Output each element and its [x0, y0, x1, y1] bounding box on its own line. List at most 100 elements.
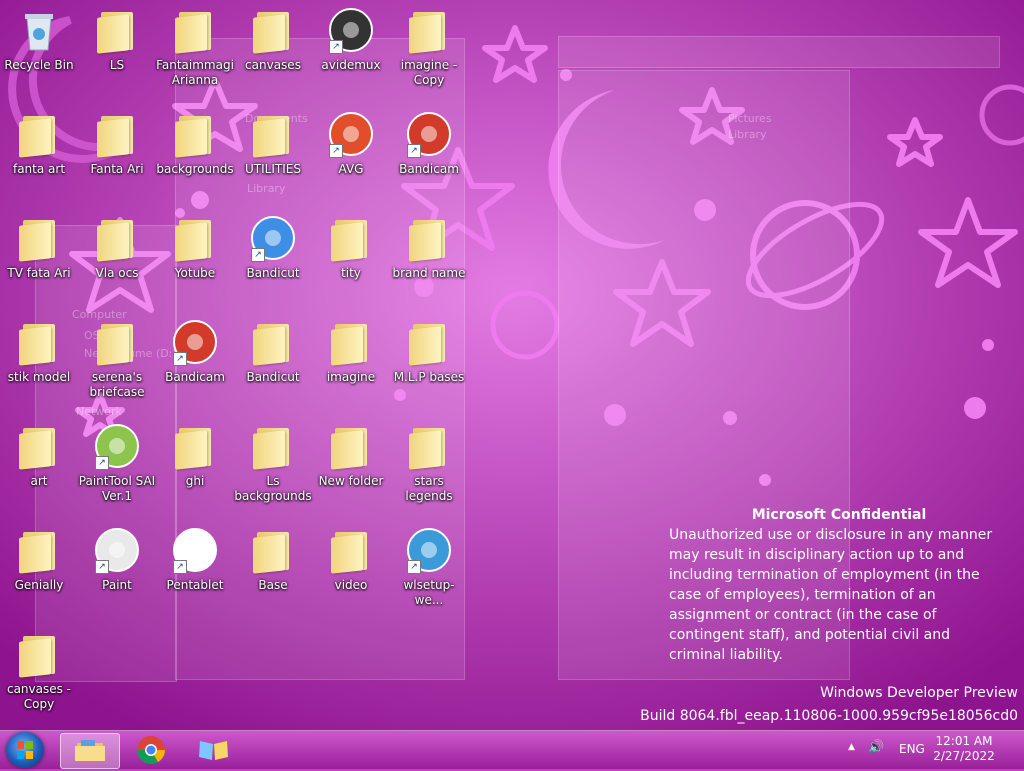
- desktop-icon-tv-fata-ari[interactable]: TV fata Ari: [0, 214, 78, 281]
- desktop-icon-art[interactable]: art: [0, 422, 78, 489]
- desktop-icon-label: wlsetup-we...: [403, 578, 455, 607]
- desktop-icon-label: brand name: [392, 266, 466, 280]
- volume-icon[interactable]: 🔊: [868, 740, 884, 755]
- desktop-icon-yotube[interactable]: Yotube: [156, 214, 234, 281]
- desktop-icon-m-l-p-bases[interactable]: M.L.P bases: [390, 318, 468, 385]
- confidential-title: Microsoft Confidential: [751, 507, 927, 523]
- desktop-icon-bandicam[interactable]: ↗ Bandicam: [390, 110, 468, 177]
- desktop-icon-label: M.L.P bases: [393, 370, 465, 384]
- ghost-pictures-library-label: Library: [728, 128, 767, 141]
- folder-icon: [15, 526, 63, 574]
- desktop-icon-painttool-sai-ver-1[interactable]: ↗ PaintTool SAI Ver.1: [78, 422, 156, 504]
- taskbar-chrome[interactable]: [124, 733, 178, 767]
- shortcut-arrow-icon: ↗: [173, 352, 187, 366]
- folder-icon: [327, 318, 375, 366]
- desktop-icon-label: Vla ocs: [95, 266, 139, 280]
- ghost-pictures-label: Pictures: [728, 112, 772, 125]
- desktop-icon-fanta-art[interactable]: fanta art: [0, 110, 78, 177]
- desktop-icon-label: Bandicut: [246, 266, 300, 280]
- desktop-icon-label: Recycle Bin: [4, 58, 74, 72]
- desktop-icon-label: New folder: [318, 474, 384, 488]
- taskbar-windows-live[interactable]: [186, 733, 240, 767]
- folder-icon: [15, 110, 63, 158]
- clock[interactable]: 12:01 AM 2/27/2022: [928, 734, 1000, 764]
- folder-icon: [171, 422, 219, 470]
- desktop-icon-imagine[interactable]: imagine: [312, 318, 390, 385]
- desktop-icon-bandicut[interactable]: ↗ Bandicut: [234, 214, 312, 281]
- desktop-icon-utilities[interactable]: UTILITIES: [234, 110, 312, 177]
- desktop-icon-stik-model[interactable]: stik model: [0, 318, 78, 385]
- confidential-notice: Microsoft Confidential Unauthorized use …: [669, 505, 1009, 665]
- desktop-icon-fanta-ari[interactable]: Fanta Ari: [78, 110, 156, 177]
- desktop-icon-label: tity: [341, 266, 361, 280]
- folder-icon: [405, 6, 453, 54]
- folder-icon: [171, 6, 219, 54]
- desktop-icon-avg[interactable]: ↗ AVG: [312, 110, 390, 177]
- folder-icon: [405, 422, 453, 470]
- desktop-icon-canvases[interactable]: canvases: [234, 6, 312, 73]
- clock-date: 2/27/2022: [933, 749, 995, 763]
- desktop-icon-imagine-copy[interactable]: imagine - Copy: [390, 6, 468, 88]
- desktop-icon-label: Fantaimmagi Arianna: [156, 58, 234, 87]
- start-button[interactable]: [6, 732, 44, 768]
- desktop-icon-label: video: [334, 578, 368, 592]
- clock-time: 12:01 AM: [935, 734, 993, 748]
- desktop-icon-label: PaintTool SAI Ver.1: [78, 474, 156, 503]
- folder-icon: [249, 110, 297, 158]
- ghost-window-toolbar: [558, 36, 1000, 68]
- desktop-icon-bandicam[interactable]: ↗ Bandicam: [156, 318, 234, 385]
- folder-icon: [249, 422, 297, 470]
- folder-icon: [93, 214, 141, 262]
- desktop-icon-genially[interactable]: Genially: [0, 526, 78, 593]
- desktop-icon-base[interactable]: Base: [234, 526, 312, 593]
- desktop-icon-recycle-bin[interactable]: Recycle Bin: [0, 6, 78, 73]
- shortcut-arrow-icon: ↗: [173, 560, 187, 574]
- desktop-icon-label: Genially: [14, 578, 64, 592]
- shortcut-arrow-icon: ↗: [329, 40, 343, 54]
- desktop-icon-ghi[interactable]: ghi: [156, 422, 234, 489]
- desktop-icon-ls[interactable]: LS: [78, 6, 156, 73]
- show-hidden-icons[interactable]: ▲: [848, 742, 855, 752]
- desktop-icon-bandicut[interactable]: Bandicut: [234, 318, 312, 385]
- desktop-icon-wlsetup-we[interactable]: ↗ wlsetup-we...: [390, 526, 468, 608]
- desktop-icon-brand-name[interactable]: brand name: [390, 214, 468, 281]
- desktop-icon-pentablet[interactable]: ↗ Pentablet: [156, 526, 234, 593]
- desktop-icon-label: Bandicam: [165, 370, 225, 384]
- desktop-icon-paint[interactable]: ↗ Paint: [78, 526, 156, 593]
- desktop-icon-label: Fanta Ari: [90, 162, 144, 176]
- desktop-icon-label: canvases: [245, 58, 301, 72]
- desktop-icon-vla-ocs[interactable]: Vla ocs: [78, 214, 156, 281]
- shortcut-arrow-icon: ↗: [407, 560, 421, 574]
- desktop-icon-tity[interactable]: tity: [312, 214, 390, 281]
- desktop-icon-label: ghi: [185, 474, 205, 488]
- desktop-icon-new-folder[interactable]: New folder: [312, 422, 390, 489]
- desktop-icon-ls-backgrounds[interactable]: Ls backgrounds: [234, 422, 312, 504]
- desktop-icon-label: Paint: [102, 578, 132, 592]
- folder-icon: [93, 6, 141, 54]
- taskbar-file-explorer[interactable]: [60, 733, 120, 769]
- shortcut-arrow-icon: ↗: [95, 456, 109, 470]
- desktop-icon-video[interactable]: video: [312, 526, 390, 593]
- desktop-icon-fantaimmagi-arianna[interactable]: Fantaimmagi Arianna: [156, 6, 234, 88]
- desktop-icon-serena-s-briefcase[interactable]: serena's briefcase: [78, 318, 156, 400]
- desktop-icon-avidemux[interactable]: ↗ avidemux: [312, 6, 390, 73]
- desktop-icon-stars-legends[interactable]: stars legends: [390, 422, 468, 504]
- product-name: Windows Developer Preview: [820, 685, 1018, 701]
- desktop-icon-label: stik model: [7, 370, 71, 384]
- shortcut-arrow-icon: ↗: [329, 144, 343, 158]
- folder-icon: [327, 422, 375, 470]
- desktop-icon-label: imagine: [326, 370, 376, 384]
- desktop-icon-label: Ls backgrounds: [234, 474, 312, 503]
- desktop-icon-label: imagine - Copy: [400, 58, 458, 87]
- folder-icon: [249, 6, 297, 54]
- folder-icon: [171, 110, 219, 158]
- shortcut-arrow-icon: ↗: [95, 560, 109, 574]
- folder-icon: [327, 214, 375, 262]
- desktop-icon-label: LS: [109, 58, 125, 72]
- shortcut-arrow-icon: ↗: [407, 144, 421, 158]
- ghost-library-label: Library: [247, 182, 286, 195]
- desktop-icon-backgrounds[interactable]: backgrounds: [156, 110, 234, 177]
- desktop-icon-canvases-copy[interactable]: canvases - Copy: [0, 630, 78, 712]
- language-indicator[interactable]: ENG: [899, 742, 925, 756]
- app-icon: ↗: [93, 422, 141, 470]
